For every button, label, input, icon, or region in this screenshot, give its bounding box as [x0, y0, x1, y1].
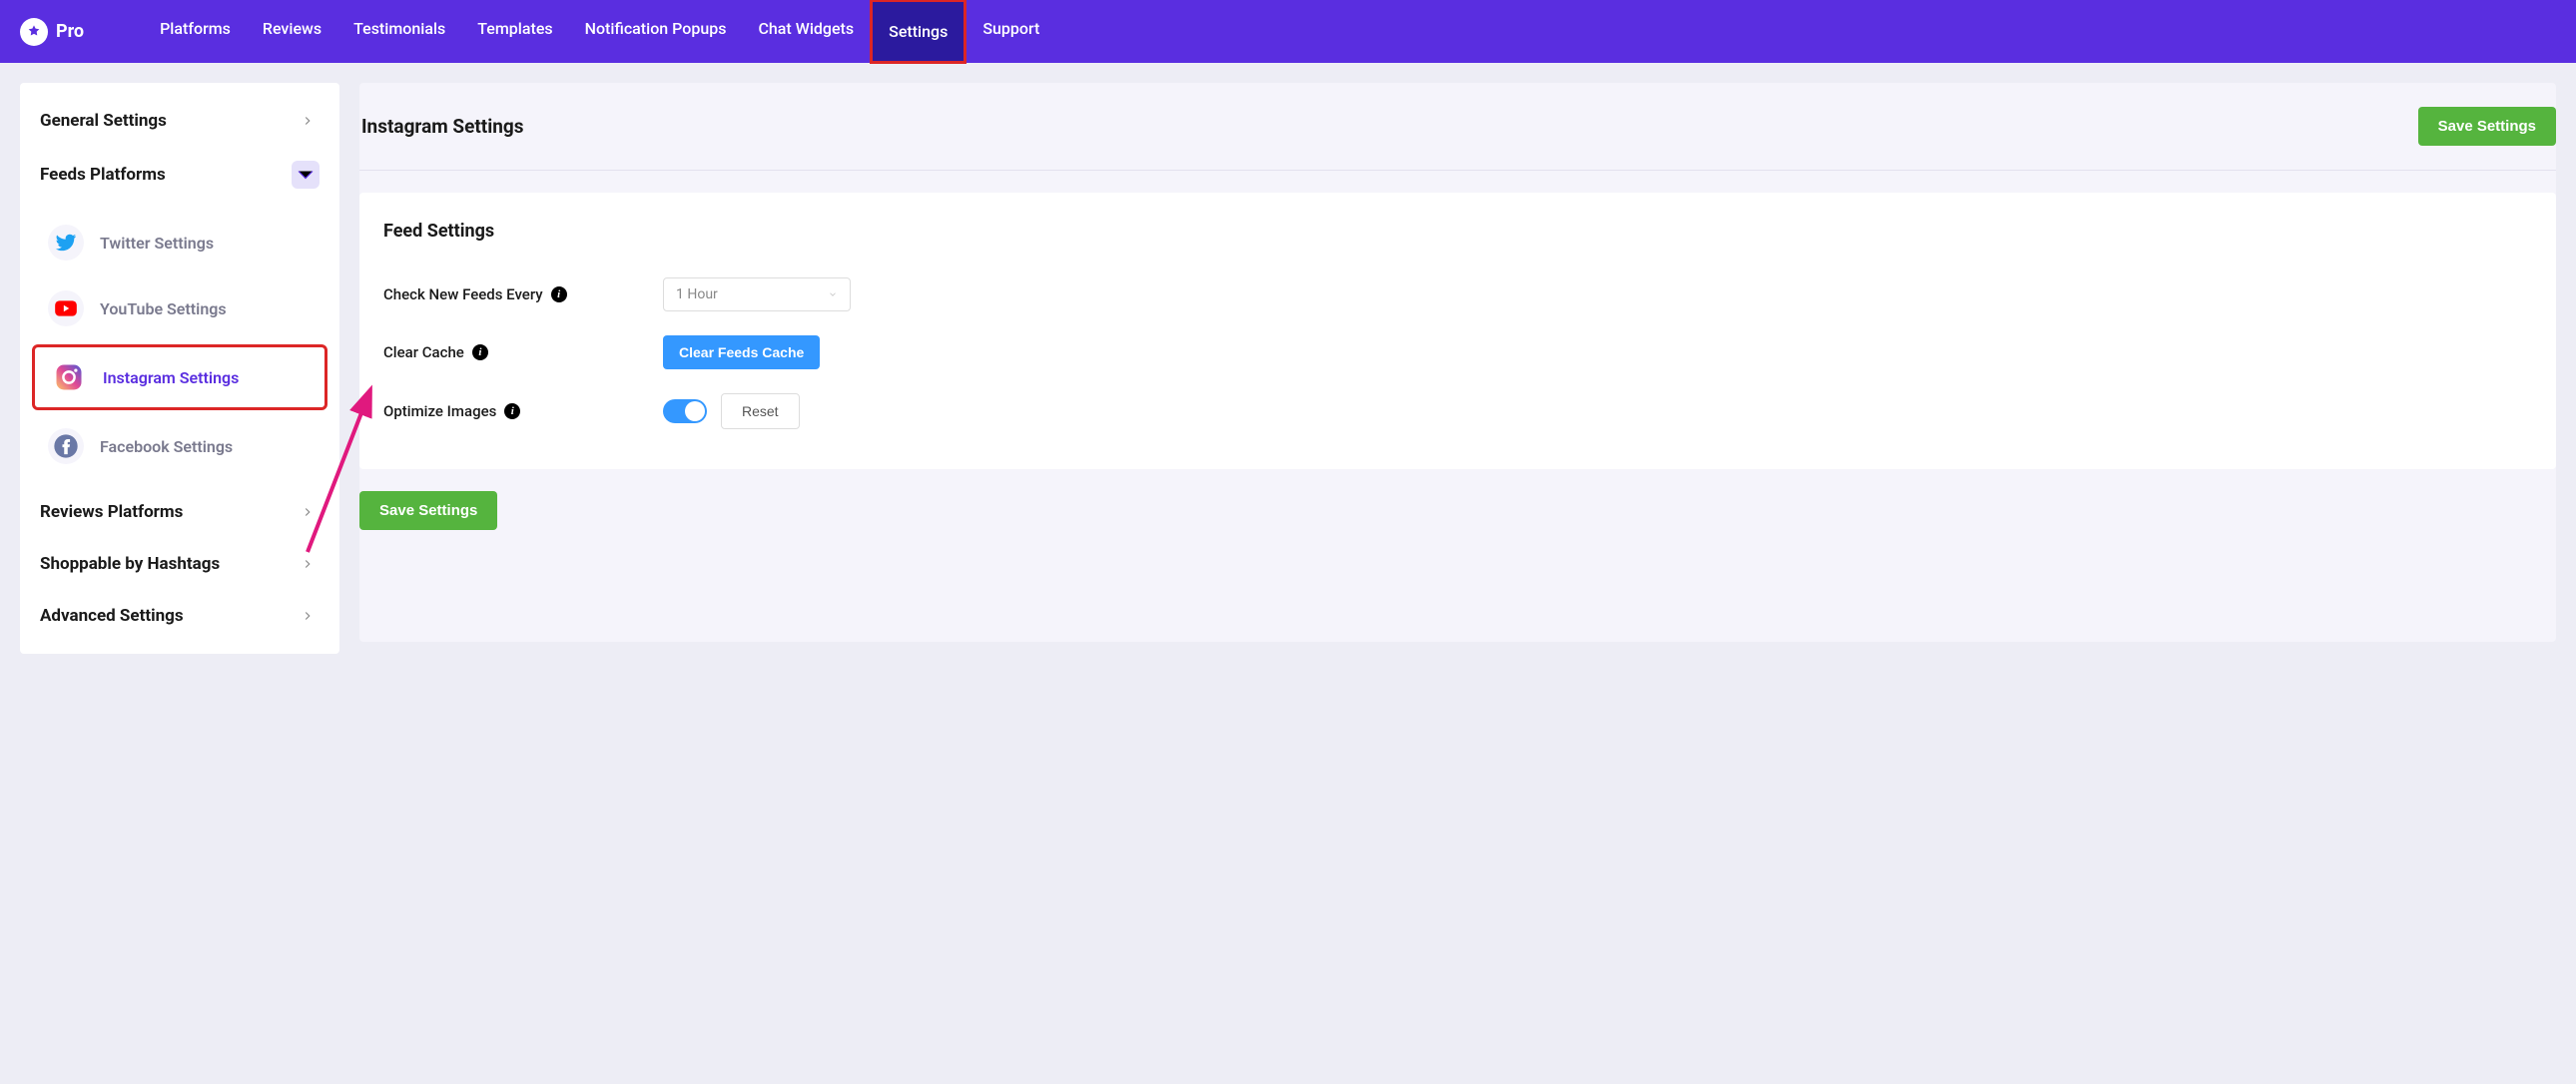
- chevron-down-icon: [828, 289, 838, 299]
- twitter-icon: [48, 225, 84, 261]
- page-header: Instagram Settings Save Settings: [359, 83, 2556, 171]
- sidebar-cat-reviews-platforms[interactable]: Reviews Platforms: [20, 486, 339, 538]
- info-icon[interactable]: i: [551, 286, 567, 302]
- sidebar-cat-shoppable[interactable]: Shoppable by Hashtags: [20, 538, 339, 590]
- nav-templates[interactable]: Templates: [461, 0, 568, 64]
- sidebar-cat-label: Shoppable by Hashtags: [40, 554, 220, 574]
- check-feeds-select[interactable]: 1 Hour: [663, 277, 851, 311]
- chevron-right-icon: [296, 552, 320, 576]
- field-optimize-images: Optimize Images i Reset: [383, 381, 2532, 441]
- chevron-down-icon: [292, 161, 320, 189]
- youtube-icon: [48, 290, 84, 326]
- field-clear-cache: Clear Cache i Clear Feeds Cache: [383, 323, 2532, 381]
- nav-testimonials[interactable]: Testimonials: [337, 0, 461, 64]
- main-content: Instagram Settings Save Settings Feed Se…: [359, 83, 2556, 642]
- brand-name: Pro: [56, 21, 84, 42]
- settings-sidebar: General Settings Feeds Platforms Twitter…: [20, 83, 339, 654]
- sidebar-item-twitter[interactable]: Twitter Settings: [32, 213, 327, 272]
- sidebar-cat-label: Reviews Platforms: [40, 502, 183, 522]
- brand-logo[interactable]: Pro: [20, 18, 84, 46]
- select-value: 1 Hour: [676, 286, 718, 302]
- sidebar-item-facebook[interactable]: Facebook Settings: [32, 416, 327, 476]
- sidebar-item-label: YouTube Settings: [100, 299, 227, 318]
- info-icon[interactable]: i: [504, 403, 520, 419]
- top-nav: Pro Platforms Reviews Testimonials Templ…: [0, 0, 2576, 63]
- sidebar-cat-label: Advanced Settings: [40, 606, 184, 626]
- sidebar-item-label: Facebook Settings: [100, 437, 233, 456]
- chevron-right-icon: [296, 500, 320, 524]
- sidebar-cat-general[interactable]: General Settings: [20, 95, 339, 147]
- sidebar-cat-label: Feeds Platforms: [40, 165, 166, 185]
- optimize-images-toggle[interactable]: [663, 399, 707, 423]
- sidebar-item-label: Instagram Settings: [103, 368, 239, 387]
- sidebar-cat-feeds-platforms[interactable]: Feeds Platforms: [20, 147, 339, 203]
- sidebar-item-youtube[interactable]: YouTube Settings: [32, 278, 327, 338]
- nav-chat-widgets[interactable]: Chat Widgets: [742, 0, 870, 64]
- chevron-right-icon: [296, 109, 320, 133]
- card-title: Feed Settings: [383, 221, 2532, 242]
- save-settings-button-bottom[interactable]: Save Settings: [359, 491, 497, 530]
- star-bubble-icon: [20, 18, 48, 46]
- instagram-icon: [51, 359, 87, 395]
- field-check-feeds: Check New Feeds Every i 1 Hour: [383, 266, 2532, 323]
- field-label-text: Optimize Images: [383, 402, 496, 420]
- nav-items: Platforms Reviews Testimonials Templates…: [144, 0, 1055, 64]
- sidebar-cat-advanced[interactable]: Advanced Settings: [20, 590, 339, 642]
- nav-support[interactable]: Support: [966, 0, 1055, 64]
- page-title: Instagram Settings: [361, 115, 524, 138]
- field-label-text: Check New Feeds Every: [383, 285, 543, 303]
- nav-settings[interactable]: Settings: [870, 0, 966, 64]
- toggle-knob: [685, 401, 705, 421]
- sidebar-item-instagram[interactable]: Instagram Settings: [32, 344, 327, 410]
- nav-reviews[interactable]: Reviews: [247, 0, 337, 64]
- sidebar-cat-label: General Settings: [40, 111, 167, 131]
- clear-feeds-cache-button[interactable]: Clear Feeds Cache: [663, 335, 820, 369]
- chevron-right-icon: [296, 604, 320, 628]
- reset-button[interactable]: Reset: [721, 393, 800, 429]
- field-label-text: Clear Cache: [383, 343, 464, 361]
- feeds-platforms-list: Twitter Settings YouTube Settings I: [20, 203, 339, 486]
- sidebar-item-label: Twitter Settings: [100, 234, 214, 253]
- nav-notification-popups[interactable]: Notification Popups: [569, 0, 743, 64]
- facebook-icon: [48, 428, 84, 464]
- feed-settings-card: Feed Settings Check New Feeds Every i 1 …: [359, 193, 2556, 469]
- nav-platforms[interactable]: Platforms: [144, 0, 247, 64]
- info-icon[interactable]: i: [472, 344, 488, 360]
- save-settings-button-top[interactable]: Save Settings: [2418, 107, 2556, 146]
